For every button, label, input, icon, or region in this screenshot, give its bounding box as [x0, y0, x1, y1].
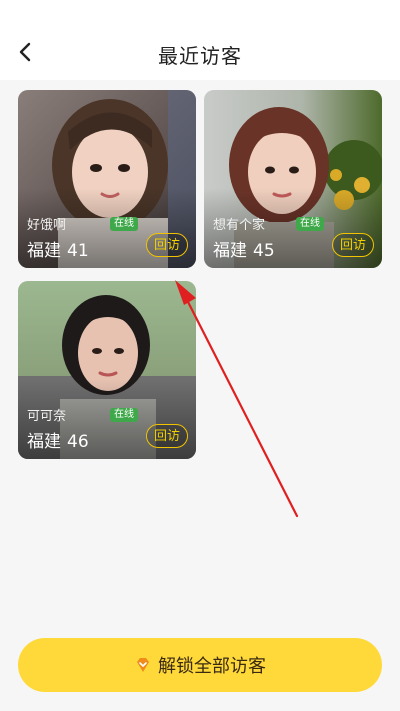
- visitor-region: 福建: [213, 241, 247, 261]
- visitor-region: 福建: [27, 241, 61, 261]
- revisit-button[interactable]: 回访: [146, 424, 188, 448]
- visitor-age: 46: [67, 432, 89, 452]
- unlock-all-visitors-button[interactable]: 解锁全部访客: [18, 638, 382, 692]
- visitor-card[interactable]: 好饿啊 在线 福建 41 回访: [18, 90, 196, 268]
- visitor-age: 41: [67, 241, 89, 261]
- visitor-region-age: 福建 41: [27, 236, 95, 261]
- page-title: 最近访客: [158, 44, 242, 68]
- revisit-button[interactable]: 回访: [332, 233, 374, 257]
- visitor-region-age: 福建 46: [27, 427, 95, 452]
- visitor-card[interactable]: 可可奈 在线 福建 46 回访: [18, 281, 196, 459]
- visitor-nickname: 想有个家: [213, 218, 266, 233]
- visitor-age: 45: [253, 241, 275, 261]
- diamond-icon: [137, 658, 149, 672]
- visitor-region: 福建: [27, 432, 61, 452]
- top-bar: 最近访客: [0, 0, 400, 80]
- visitor-nickname: 可可奈: [27, 409, 67, 424]
- revisit-button[interactable]: 回访: [146, 233, 188, 257]
- online-badge: 在线: [110, 408, 138, 422]
- online-badge: 在线: [110, 217, 138, 231]
- visitor-nickname: 好饿啊: [27, 218, 67, 233]
- online-badge: 在线: [296, 217, 324, 231]
- unlock-label: 解锁全部访客: [158, 656, 266, 677]
- visitor-card[interactable]: 想有个家 在线 福建 45 回访: [204, 90, 382, 268]
- visitor-region-age: 福建 45: [213, 236, 281, 261]
- recent-visitors-screen: 最近访客 好饿啊 在线 福建 41 回访 想有个家 在线 福建 45 回访 可可…: [0, 0, 400, 711]
